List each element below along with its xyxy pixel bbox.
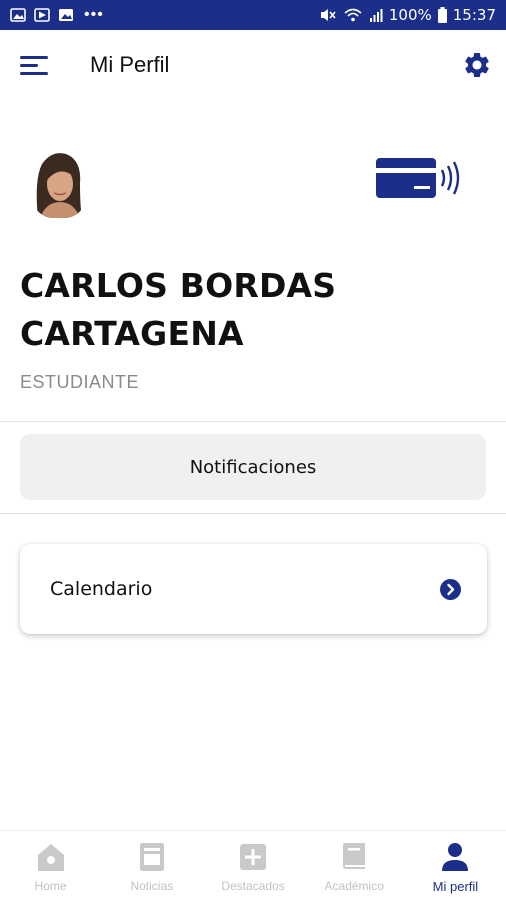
nav-item-news[interactable]: Noticias	[101, 831, 202, 900]
user-name: CARLOS BORDAS CARTAGENA	[20, 266, 337, 353]
battery-icon	[437, 7, 447, 23]
divider	[0, 421, 506, 422]
gear-icon[interactable]	[462, 50, 492, 80]
nav-label: Destacados	[221, 879, 285, 893]
calendar-card[interactable]: Calendario	[20, 544, 487, 634]
person-icon	[442, 843, 469, 871]
app-header: Mi Perfil	[0, 30, 506, 102]
nav-item-featured[interactable]: Destacados	[202, 831, 303, 900]
avatar	[30, 150, 88, 218]
nav-label: Home	[34, 879, 67, 893]
more-dots-icon: •••	[84, 6, 104, 23]
nav-item-home[interactable]: Home	[0, 831, 101, 900]
wifi-icon	[344, 8, 362, 22]
gallery-icon	[10, 8, 26, 22]
mute-icon	[320, 9, 336, 21]
home-icon	[37, 844, 64, 871]
play-store-icon	[34, 8, 50, 22]
notifications-button[interactable]: Notificaciones	[20, 434, 486, 500]
contactless-card-icon[interactable]	[376, 154, 466, 200]
battery-level: 100%	[388, 6, 432, 24]
status-bar: ••• 100% 15:37	[0, 0, 506, 30]
signal-icon	[369, 9, 383, 22]
calendar-label: Calendario	[50, 578, 153, 600]
user-role: ESTUDIANTE	[20, 372, 140, 392]
nav-item-profile[interactable]: Mi perfil	[405, 831, 506, 900]
bottom-nav: Home Noticias Destacados Académico Mi pe…	[0, 830, 506, 900]
nav-label: Mi perfil	[432, 879, 479, 894]
menu-icon[interactable]	[18, 52, 52, 80]
news-icon	[139, 843, 164, 871]
page-title: Mi Perfil	[90, 52, 170, 77]
status-bar-left: •••	[10, 6, 104, 24]
nav-item-academic[interactable]: Académico	[304, 831, 405, 900]
clock: 15:37	[452, 6, 496, 24]
book-icon	[343, 843, 366, 869]
photo-icon	[59, 9, 73, 21]
status-bar-right: 100% 15:37	[319, 6, 496, 24]
nav-label: Académico	[324, 879, 384, 893]
nav-label: Noticias	[130, 879, 174, 893]
chevron-right-icon	[440, 578, 461, 600]
plus-icon	[240, 844, 266, 870]
divider	[0, 513, 506, 514]
